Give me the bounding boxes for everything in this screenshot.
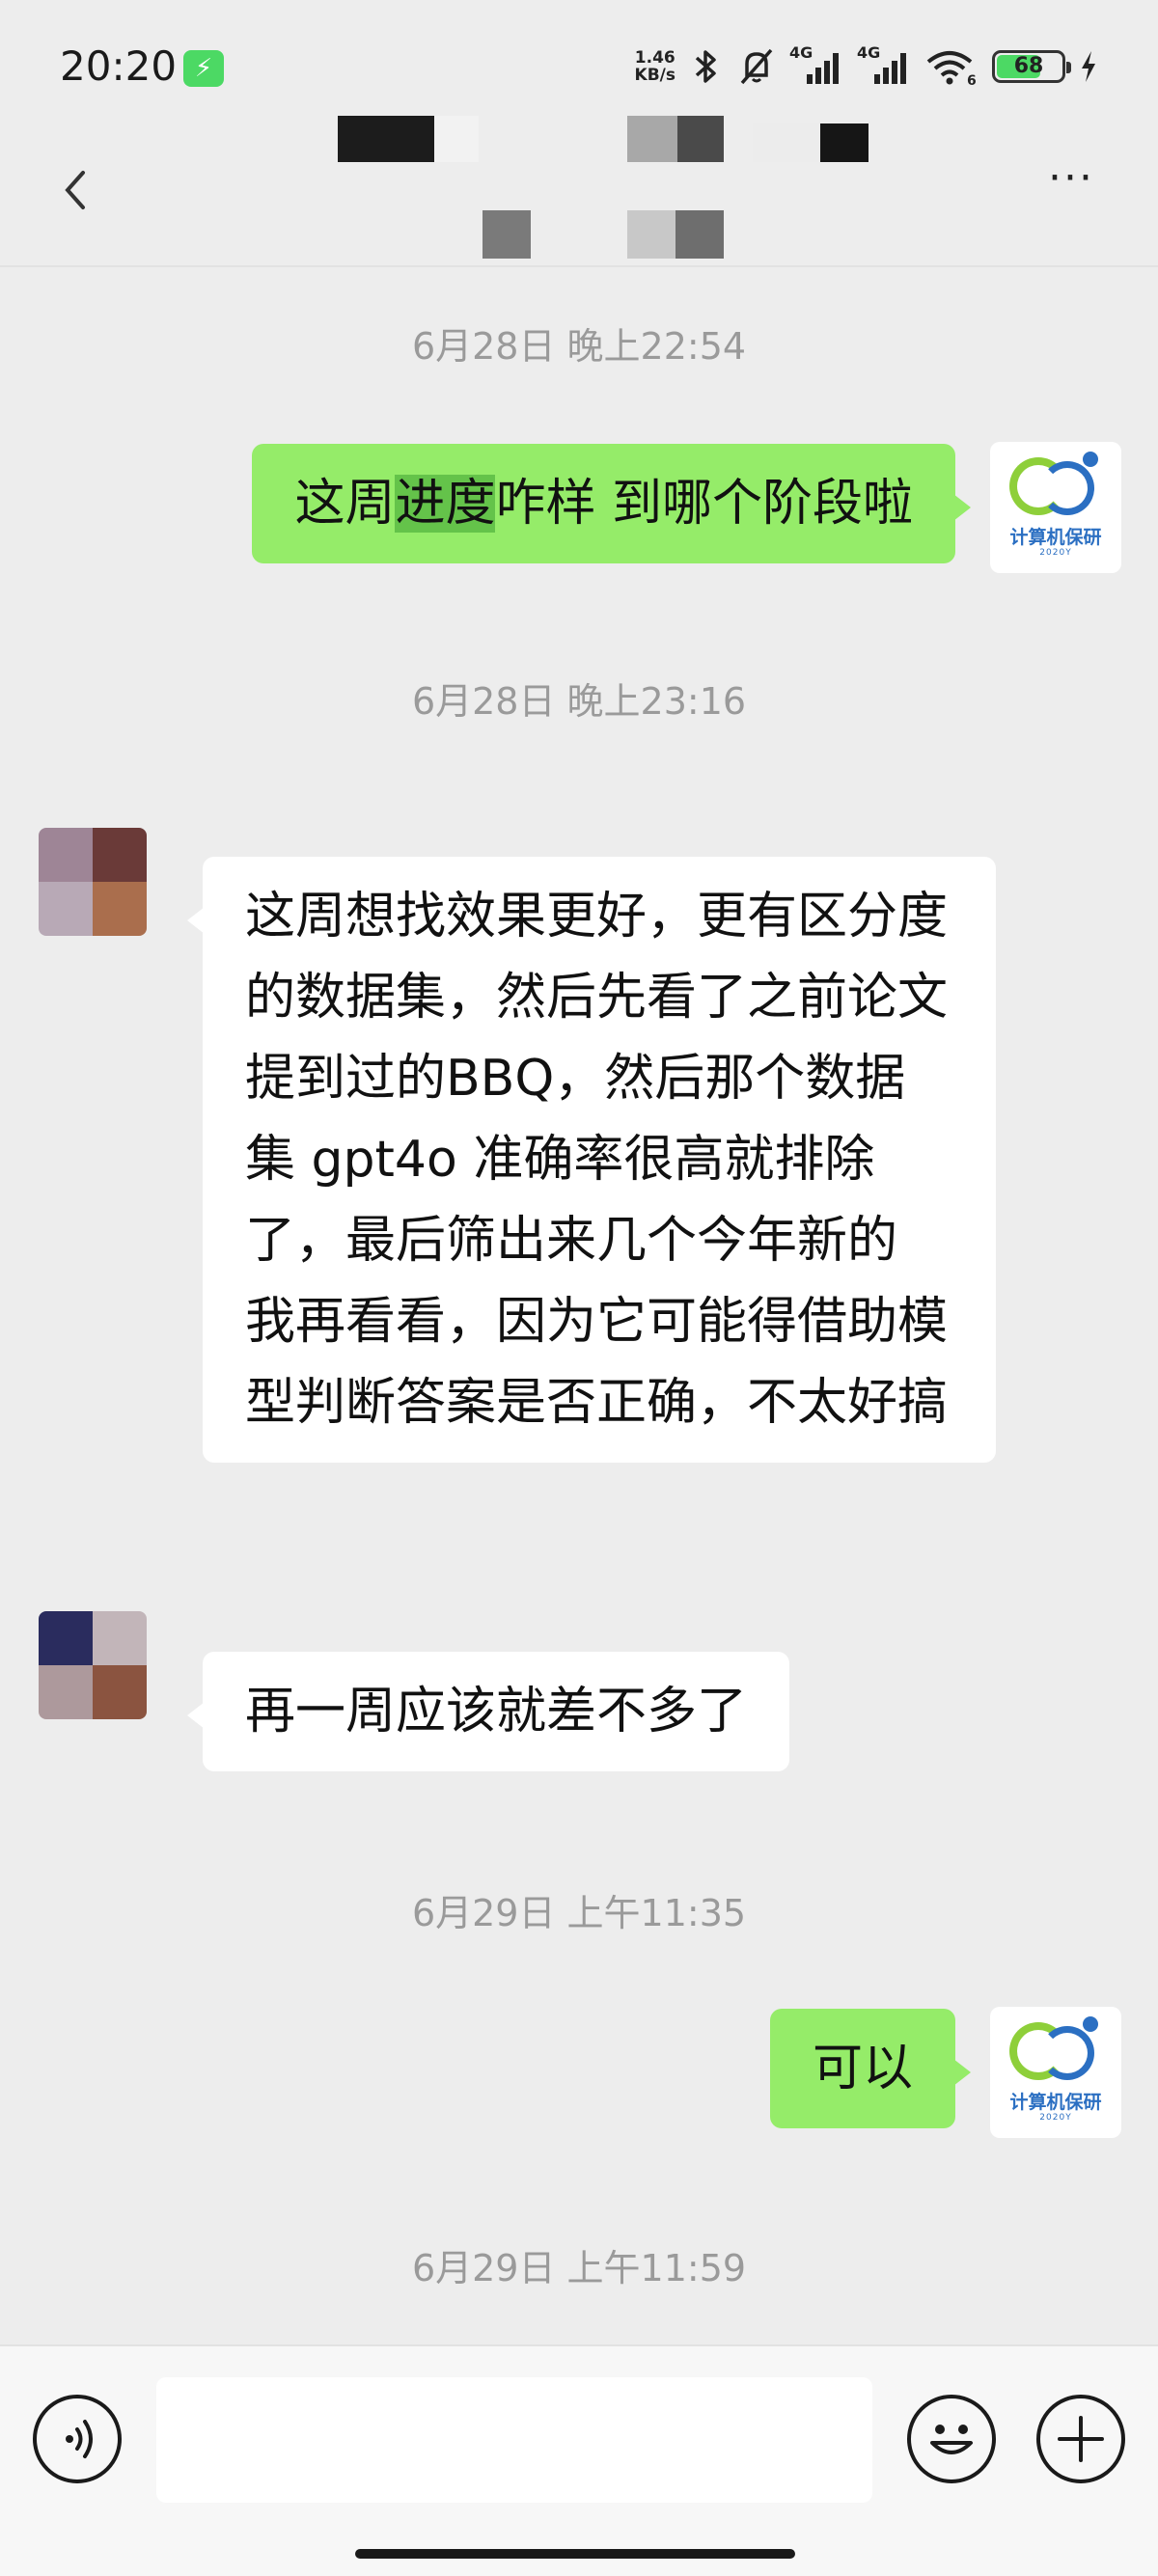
network-speed: 1.46 KB/s <box>634 48 676 85</box>
received-message-bubble[interactable]: 这周想找效果更好，更有区分度的数据集，然后先看了之前论文提到过的BBQ，然后那个… <box>187 857 996 1463</box>
contact-avatar[interactable] <box>39 828 147 936</box>
message-text: 这周 <box>294 475 396 533</box>
charging-icon: ⚡ <box>183 50 224 87</box>
home-indicator[interactable] <box>355 2549 795 2559</box>
voice-input-button[interactable] <box>33 2395 122 2483</box>
highlighted-text: 进度 <box>395 475 496 533</box>
charging-bolt-icon <box>1082 51 1095 82</box>
message-input[interactable] <box>156 2377 872 2503</box>
contact-avatar[interactable] <box>39 1611 147 1719</box>
sent-message-bubble[interactable]: 可以 <box>769 2009 972 2128</box>
status-bar: 20:20 ⚡ 1.46 KB/s 4G 4G 6 68 <box>0 0 1158 145</box>
back-button[interactable] <box>48 159 106 217</box>
avatar-logo-subtext: 2020Y <box>1039 548 1072 558</box>
voice-icon <box>66 2420 93 2458</box>
battery-percent: 68 <box>1013 54 1044 78</box>
header-divider <box>0 265 1158 267</box>
cellular-signal-1-icon: 4G <box>789 43 843 86</box>
emoji-button[interactable] <box>907 2395 996 2483</box>
plus-icon <box>1058 2416 1104 2462</box>
cellular-signal-2-icon: 4G <box>857 43 911 86</box>
message-timestamp: 6月29日 上午11:35 <box>411 1892 747 1934</box>
more-options-button[interactable]: ··· <box>1033 157 1110 212</box>
message-text: 这周想找效果更好，更有区分度的数据集，然后先看了之前论文提到过的BBQ，然后那个… <box>245 888 949 1432</box>
chat-header: ··· <box>0 116 1158 268</box>
sent-message-bubble[interactable]: 这周进度咋样 到哪个阶段啦 <box>252 444 971 563</box>
message-text: 再一周应该就差不多了 <box>245 1683 748 1740</box>
self-avatar[interactable]: 计算机保研 2020Y <box>990 2007 1121 2138</box>
message-timestamp: 6月28日 晚上22:54 <box>411 325 747 368</box>
battery-icon: 68 <box>992 50 1071 83</box>
self-avatar[interactable]: 计算机保研 2020Y <box>990 442 1121 573</box>
status-icons: 1.46 KB/s 4G 4G 6 68 <box>635 42 1098 91</box>
mute-bell-icon <box>740 48 773 85</box>
bluetooth-icon <box>695 50 716 83</box>
chevron-left-icon <box>65 171 85 209</box>
message-timestamp: 6月28日 晚上23:16 <box>411 680 747 723</box>
avatar-logo-text: 计算机保研 <box>1009 527 1102 548</box>
wifi-generation-label: 6 <box>967 73 977 87</box>
more-functions-button[interactable] <box>1036 2395 1125 2483</box>
message-text: 咋样 到哪个阶段啦 <box>495 475 913 533</box>
avatar-logo-subtext: 2020Y <box>1039 2113 1072 2123</box>
smiley-icon <box>930 2425 973 2454</box>
message-timestamp: 6月29日 上午11:59 <box>411 2247 747 2289</box>
avatar-logo-text: 计算机保研 <box>1009 2092 1102 2113</box>
received-message-bubble[interactable]: 再一周应该就差不多了 <box>186 1652 790 1771</box>
chat-input-bar <box>0 2344 1158 2576</box>
message-text: 可以 <box>812 2040 913 2097</box>
status-time: 20:20 <box>60 42 178 90</box>
wifi-icon: 6 <box>926 51 977 87</box>
